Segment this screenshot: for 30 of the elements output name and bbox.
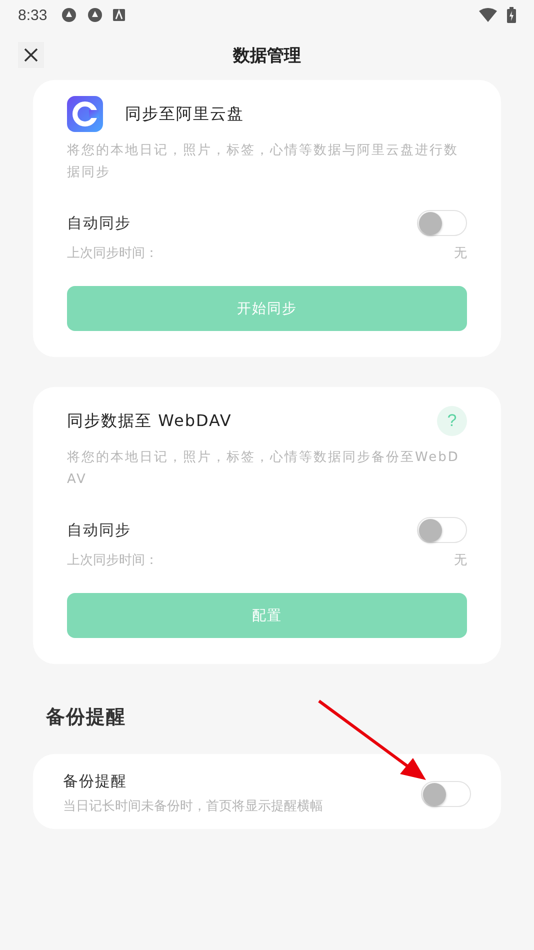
card-description: 将您的本地日记，照片，标签，心情等数据与阿里云盘进行数据同步	[67, 142, 460, 182]
help-button[interactable]: ?	[437, 406, 467, 436]
notification-icon	[87, 7, 104, 23]
section-title: 备份提醒	[46, 705, 127, 730]
toggle-switch[interactable]	[421, 780, 471, 806]
status-time: 8:33	[18, 6, 48, 24]
toggle-switch[interactable]	[417, 210, 467, 236]
keyboard-icon	[113, 9, 126, 21]
action-button[interactable]: 开始同步	[67, 286, 467, 331]
last-sync-value: 无	[454, 245, 467, 262]
toggle-label: 自动同步	[67, 520, 131, 540]
action-button[interactable]: 配置	[67, 593, 467, 638]
toggle-switch[interactable]	[417, 517, 467, 543]
page-title: 数据管理	[233, 44, 301, 66]
toggle-label: 自动同步	[67, 214, 131, 232]
last-sync-label: 上次同步时间：	[67, 245, 158, 262]
last-sync-label: 上次同步时间：	[67, 552, 158, 569]
last-sync-value: 无	[454, 552, 467, 569]
notification-icon	[61, 7, 78, 23]
card-description: 将您的本地日记，照片，标签，心情等数据同步备份至WebDAV	[67, 449, 460, 489]
battery-icon	[507, 7, 516, 23]
wifi-icon	[479, 8, 497, 22]
card-title: 同步数据至 WebDAV	[67, 410, 233, 432]
card-title: 同步至阿里云盘	[125, 104, 245, 124]
arrow-icon	[316, 698, 428, 782]
close-icon	[23, 47, 39, 63]
backup-label: 备份提醒	[63, 772, 128, 791]
close-button[interactable]	[18, 42, 44, 68]
app-logo-icon	[67, 96, 103, 132]
backup-description: 当日记长时间未备份时，首页将显示提醒横幅	[63, 798, 324, 815]
